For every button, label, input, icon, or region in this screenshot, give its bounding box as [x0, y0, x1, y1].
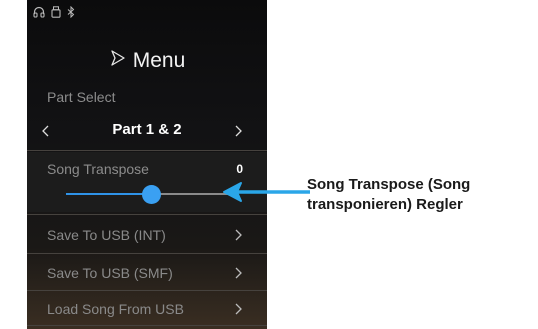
- slider-fill: [66, 193, 151, 195]
- divider: [27, 214, 267, 215]
- callout-text: Song Transpose (Song transponieren) Regl…: [307, 176, 471, 213]
- song-transpose-slider[interactable]: [66, 185, 236, 204]
- song-transpose-value: 0: [236, 162, 243, 176]
- divider: [27, 290, 267, 291]
- menu-item-label: Save To USB (INT): [47, 227, 166, 243]
- divider: [27, 150, 267, 151]
- status-bar: [33, 4, 75, 20]
- menu-item-save-to-usb-int[interactable]: Save To USB (INT): [27, 220, 267, 250]
- headphones-icon: [33, 6, 45, 18]
- piano-display-screen: Menu Part Select Part 1 & 2 Song Transpo…: [27, 0, 267, 329]
- callout-arrow-icon: [223, 182, 310, 202]
- slider-thumb[interactable]: [142, 185, 161, 204]
- bluetooth-icon: [67, 6, 75, 18]
- usb-drive-icon: [51, 6, 61, 18]
- menu-item-label: Save To USB (SMF): [47, 265, 173, 281]
- chevron-right-icon: [231, 265, 245, 281]
- part-select-row[interactable]: Part 1 & 2: [27, 118, 267, 144]
- divider: [27, 325, 267, 326]
- menu-title: Menu: [132, 49, 186, 72]
- chevron-right-icon: [231, 227, 245, 243]
- play-outline-icon: [109, 49, 127, 73]
- chevron-right-icon: [231, 301, 245, 317]
- divider: [27, 253, 267, 254]
- chevron-right-icon[interactable]: [231, 123, 245, 139]
- menu-header[interactable]: Menu: [27, 46, 267, 76]
- part-select-label: Part Select: [47, 89, 116, 105]
- menu-item-label: Load Song From USB: [47, 301, 184, 317]
- menu-item-load-song-from-usb[interactable]: Load Song From USB: [27, 294, 267, 324]
- menu-item-save-to-usb-smf[interactable]: Save To USB (SMF): [27, 258, 267, 288]
- song-transpose-label: Song Transpose: [47, 161, 149, 177]
